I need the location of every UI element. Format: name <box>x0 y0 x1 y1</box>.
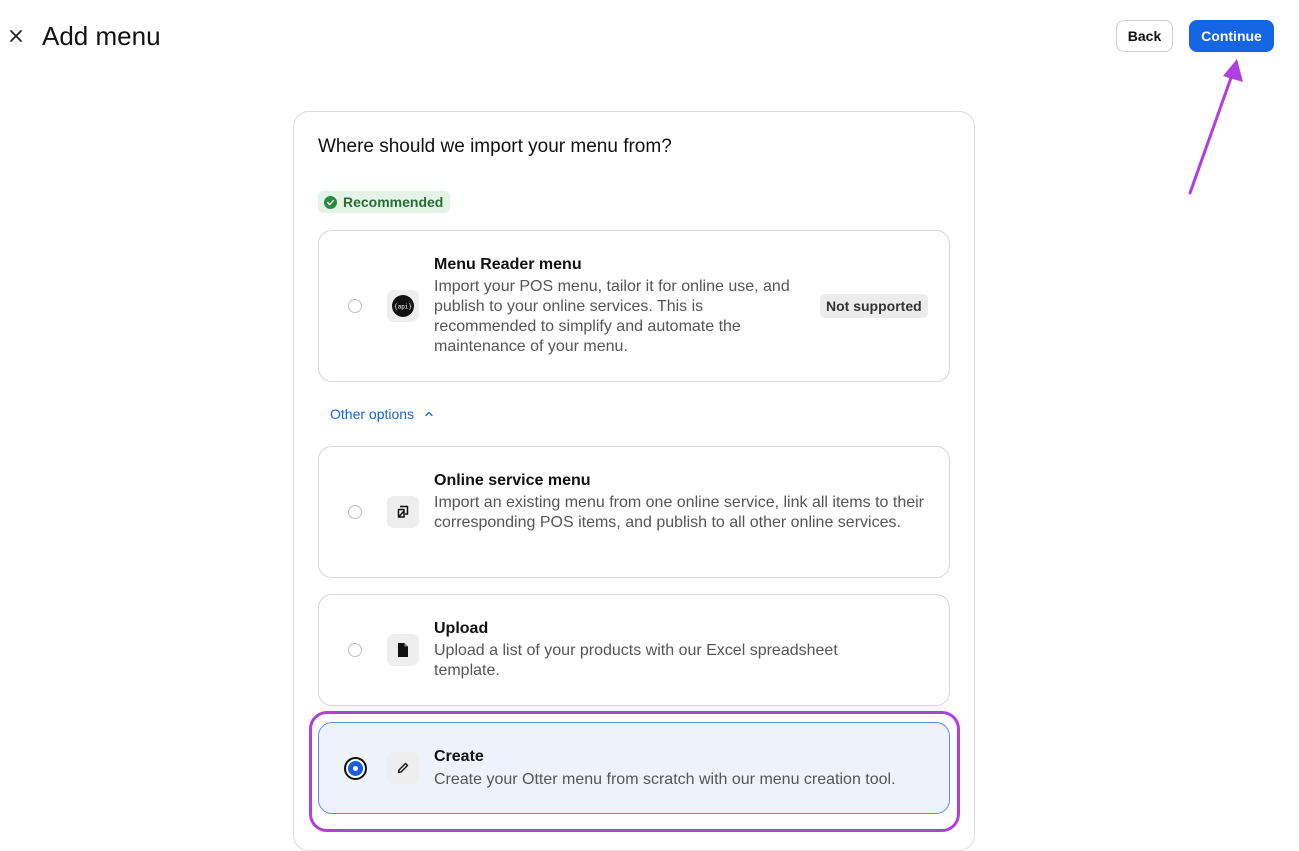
pencil-icon <box>387 752 419 784</box>
continue-button[interactable]: Continue <box>1189 20 1274 52</box>
back-button[interactable]: Back <box>1116 20 1173 52</box>
recommended-badge: Recommended <box>318 191 451 213</box>
option-card-upload[interactable]: Upload Upload a list of your products wi… <box>318 594 950 706</box>
other-options-toggle[interactable]: Other options <box>330 404 434 424</box>
check-circle-icon <box>324 195 337 209</box>
option-description: Import your POS menu, tailor it for onli… <box>434 278 790 355</box>
option-description: Upload a list of your products with our … <box>434 642 838 679</box>
file-icon <box>387 634 419 666</box>
option-title: Upload <box>434 620 489 637</box>
import-question: Where should we import your menu from? <box>318 136 672 157</box>
close-icon[interactable] <box>6 26 26 46</box>
recommended-label: Recommended <box>343 194 444 210</box>
radio-create[interactable] <box>344 757 367 780</box>
link-import-icon <box>387 496 419 528</box>
svg-text:{api}: {api} <box>394 304 412 311</box>
option-title: Online service menu <box>434 472 591 489</box>
page-title: Add menu <box>42 21 161 51</box>
other-options-label: Other options <box>330 406 415 422</box>
radio-online-service[interactable] <box>348 505 362 519</box>
option-description: Create your Otter menu from scratch with… <box>434 771 896 788</box>
chevron-up-icon <box>424 406 434 422</box>
api-logo-icon: {api} <box>387 290 419 322</box>
option-description: Import an existing menu from one online … <box>434 494 924 531</box>
radio-upload[interactable] <box>348 643 362 657</box>
annotation-arrow-icon <box>1188 59 1243 195</box>
option-title: Menu Reader menu <box>434 256 582 273</box>
option-card-online-service[interactable]: Online service menu Import an existing m… <box>318 446 950 578</box>
not-supported-badge: Not supported <box>820 294 928 318</box>
option-title: Create <box>434 748 484 765</box>
radio-menu-reader[interactable] <box>348 299 362 313</box>
option-card-create[interactable]: Create Create your Otter menu from scrat… <box>318 722 950 814</box>
